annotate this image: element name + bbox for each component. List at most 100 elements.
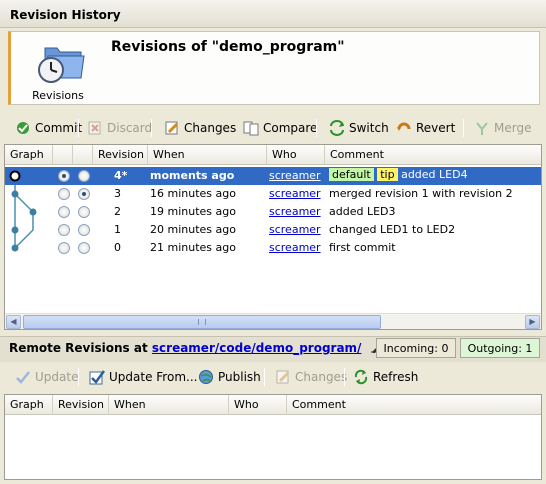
window-title: Revision History bbox=[0, 0, 546, 28]
column-graph[interactable]: Graph bbox=[5, 145, 53, 165]
column-comment[interactable]: Comment bbox=[325, 145, 541, 165]
refresh-button[interactable]: Refresh bbox=[350, 365, 421, 389]
revision-comment: first commit bbox=[329, 241, 396, 254]
revision-when: 20 minutes ago bbox=[150, 223, 236, 236]
compare-label: Compare bbox=[263, 121, 318, 135]
compare-to-radio[interactable] bbox=[78, 170, 90, 182]
discard-label: Discard bbox=[107, 121, 153, 135]
remote-column-who[interactable]: Who bbox=[229, 395, 287, 415]
merge-label: Merge bbox=[494, 121, 532, 135]
remote-toolbar: Update Update From... Publish Changes Re… bbox=[8, 365, 540, 389]
remote-column-revision[interactable]: Revision bbox=[53, 395, 109, 415]
revision-author-link[interactable]: screamer bbox=[269, 187, 321, 200]
update-from-icon bbox=[89, 370, 105, 385]
refresh-label: Refresh bbox=[373, 370, 419, 384]
scroll-thumb[interactable] bbox=[23, 315, 381, 329]
changes-icon bbox=[276, 370, 290, 384]
compare-from-radio[interactable] bbox=[58, 224, 70, 236]
compare-from-radio[interactable] bbox=[58, 242, 70, 254]
compare-from-radio[interactable] bbox=[58, 206, 70, 218]
page-title: Revisions of "demo_program" bbox=[111, 39, 345, 55]
discard-button[interactable]: Discard bbox=[84, 116, 155, 140]
revision-author-link[interactable]: screamer bbox=[269, 205, 321, 218]
toolbar-divider bbox=[78, 368, 79, 386]
compare-to-radio[interactable] bbox=[78, 188, 90, 200]
changes-button[interactable]: Changes bbox=[161, 116, 239, 140]
refresh-icon bbox=[354, 369, 368, 385]
revision-number: 4* bbox=[114, 169, 128, 182]
column-when[interactable]: When bbox=[148, 145, 267, 165]
remote-column-comment[interactable]: Comment bbox=[287, 395, 541, 415]
toolbar-divider bbox=[316, 119, 317, 137]
revert-button[interactable]: Revert bbox=[393, 116, 458, 140]
changes-icon bbox=[165, 121, 179, 135]
column-who[interactable]: Who bbox=[267, 145, 325, 165]
column-radio-a[interactable] bbox=[53, 145, 73, 165]
revision-number: 3 bbox=[114, 187, 121, 200]
column-radio-b[interactable] bbox=[73, 145, 93, 165]
switch-icon bbox=[330, 120, 344, 136]
table-row[interactable]: 3 16 minutes ago screamer merged revisio… bbox=[5, 185, 541, 203]
revision-comment: changed LED1 to LED2 bbox=[329, 223, 456, 236]
incoming-count-badge: Incoming: 0 bbox=[376, 338, 456, 358]
commit-icon bbox=[17, 122, 29, 134]
horizontal-scrollbar[interactable]: ◀ ▶ bbox=[5, 313, 541, 329]
remote-changes-label: Changes bbox=[295, 370, 348, 384]
compare-to-radio[interactable] bbox=[78, 224, 90, 236]
compare-from-radio[interactable] bbox=[58, 170, 70, 182]
revision-author-link[interactable]: screamer bbox=[269, 241, 321, 254]
outgoing-count-badge: Outgoing: 1 bbox=[460, 338, 540, 358]
table-row[interactable]: 4* moments ago screamer default tip adde… bbox=[5, 167, 541, 185]
tag-default-badge: default bbox=[329, 168, 374, 181]
publish-button[interactable]: Publish bbox=[195, 365, 264, 389]
remote-column-when[interactable]: When bbox=[109, 395, 229, 415]
revision-when: 16 minutes ago bbox=[150, 187, 236, 200]
remote-column-graph[interactable]: Graph bbox=[5, 395, 53, 415]
table-row[interactable]: 0 21 minutes ago screamer first commit bbox=[5, 239, 541, 257]
remote-changes-button[interactable]: Changes bbox=[272, 365, 350, 389]
revision-number: 0 bbox=[114, 241, 121, 254]
publish-label: Publish bbox=[218, 370, 261, 384]
revision-author-link[interactable]: screamer bbox=[269, 169, 321, 182]
revisions-icon bbox=[38, 47, 85, 83]
remote-table-header: Graph Revision When Who Comment bbox=[5, 395, 541, 415]
column-revision[interactable]: Revision bbox=[93, 145, 148, 165]
compare-to-radio[interactable] bbox=[78, 242, 90, 254]
update-from-button[interactable]: Update From... bbox=[86, 365, 200, 389]
revision-author-link[interactable]: screamer bbox=[269, 223, 321, 236]
table-row[interactable]: 1 20 minutes ago screamer changed LED1 t… bbox=[5, 221, 541, 239]
update-from-label: Update From... bbox=[109, 370, 198, 384]
remote-revisions-table: Graph Revision When Who Comment bbox=[4, 394, 542, 480]
toolbar-divider bbox=[78, 119, 79, 137]
merge-icon bbox=[476, 122, 488, 135]
compare-to-radio[interactable] bbox=[78, 206, 90, 218]
remote-path-link[interactable]: screamer/code/demo_program/ bbox=[152, 341, 362, 355]
remote-revisions-heading: Remote Revisions at screamer/code/demo_p… bbox=[9, 341, 384, 355]
compare-button[interactable]: Compare bbox=[240, 116, 320, 140]
revision-when: moments ago bbox=[150, 169, 235, 182]
toolbar-divider bbox=[463, 119, 464, 137]
table-row[interactable]: 2 19 minutes ago screamer added LED3 bbox=[5, 203, 541, 221]
toolbar-divider bbox=[151, 119, 152, 137]
discard-icon bbox=[88, 121, 101, 135]
revert-icon bbox=[397, 122, 411, 131]
toolbar-divider bbox=[344, 368, 345, 386]
commit-button[interactable]: Commit bbox=[12, 116, 85, 140]
scroll-left-arrow-icon[interactable]: ◀ bbox=[6, 315, 21, 329]
merge-button[interactable]: Merge bbox=[471, 116, 534, 140]
update-button[interactable]: Update bbox=[12, 365, 81, 389]
compare-icon bbox=[243, 121, 259, 136]
revision-number: 1 bbox=[114, 223, 121, 236]
working-copy-node-icon bbox=[9, 170, 21, 182]
remote-label-prefix: Remote Revisions at bbox=[9, 341, 148, 355]
revisions-table: Graph Revision When Who Comment 4* momen… bbox=[4, 144, 542, 330]
revision-when: 21 minutes ago bbox=[150, 241, 236, 254]
scroll-right-arrow-icon[interactable]: ▶ bbox=[525, 315, 540, 329]
revisions-table-header: Graph Revision When Who Comment bbox=[5, 145, 541, 165]
compare-from-radio[interactable] bbox=[58, 188, 70, 200]
revision-number: 2 bbox=[114, 205, 121, 218]
switch-button[interactable]: Switch bbox=[326, 116, 392, 140]
changes-label: Changes bbox=[184, 121, 237, 135]
revision-comment: merged revision 1 with revision 2 bbox=[329, 187, 513, 200]
update-icon bbox=[16, 371, 30, 384]
